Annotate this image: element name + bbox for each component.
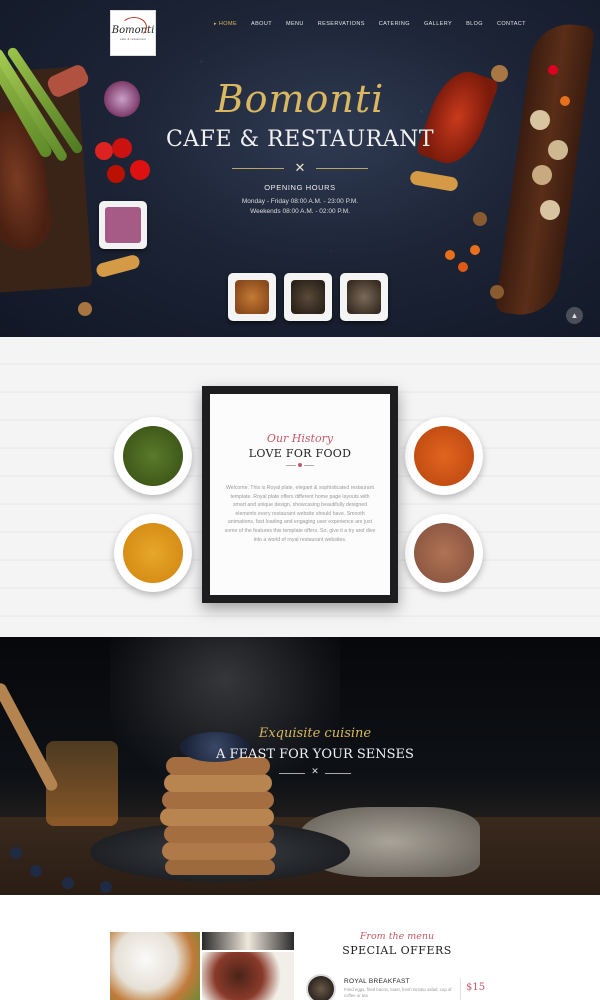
- paprika-bowl: [405, 417, 483, 495]
- nav-item-home[interactable]: HOME: [207, 21, 244, 27]
- nav-item-blog[interactable]: BLOG: [459, 21, 490, 27]
- opening-hours-weekday: Monday - Friday 08:00 A.M. - 23:00 P.M.: [241, 198, 359, 205]
- feast-section: Exquisite cuisine A FEAST FOR YOUR SENSE…: [0, 637, 600, 895]
- nav-item-catering[interactable]: CATERING: [372, 21, 417, 27]
- cutlery-icon: ✕: [311, 766, 319, 776]
- feast-divider: ✕: [279, 766, 351, 778]
- pancake-image: [162, 842, 276, 860]
- spice-bowl: [340, 273, 388, 321]
- cinnamon-bowl: [405, 514, 483, 592]
- nav-item-reservations[interactable]: RESERVATIONS: [311, 21, 372, 27]
- blueberry-image: [10, 847, 22, 859]
- main-nav: HOME ABOUT MENU RESERVATIONS CATERING GA…: [207, 21, 533, 27]
- blueberry-image: [100, 881, 112, 893]
- berry-image: [548, 65, 558, 75]
- nut-image: [490, 285, 504, 299]
- about-frame: Our History LOVE FOR FOOD Welcome. This …: [202, 386, 398, 603]
- offer-description: Fried eggs, fried bacon, toast, fresh to…: [344, 987, 452, 998]
- about-title: LOVE FOR FOOD: [248, 447, 352, 460]
- opening-hours-weekend: Weekends 08:00 A.M. - 02:00 P.M.: [250, 208, 350, 215]
- herb-bowl: [114, 417, 192, 495]
- mushroom-image: [94, 253, 142, 279]
- pancake-image: [162, 791, 274, 809]
- background-texture: [200, 60, 203, 63]
- background-texture: [330, 250, 332, 252]
- hero-title: CAFE & RESTAURANT: [165, 127, 435, 152]
- hero-script-title: Bomonti: [215, 77, 385, 121]
- about-text: Welcome. This is Royal plate, elegant & …: [224, 485, 376, 543]
- feast-title: A FEAST FOR YOUR SENSES: [216, 747, 414, 762]
- offer-thumbnail[interactable]: [306, 974, 336, 1000]
- walnut-image: [532, 165, 552, 185]
- logo-arc-icon: [121, 17, 147, 37]
- hero-divider: ✕: [232, 160, 368, 176]
- opening-hours-title: OPENING HOURS: [264, 183, 336, 192]
- dessert-photo: [202, 952, 294, 1000]
- nav-item-about[interactable]: ABOUT: [244, 21, 279, 27]
- blueberry-image: [30, 865, 42, 877]
- tomato-image: [130, 160, 150, 180]
- feast-script-title: Exquisite cuisine: [258, 726, 372, 741]
- pancake-image: [160, 808, 274, 826]
- offer-name[interactable]: ROYAL BREAKFAST: [344, 978, 410, 985]
- pancake-image: [165, 859, 275, 875]
- pancake-image: [164, 774, 272, 792]
- berry-image: [445, 250, 455, 260]
- logo-subtext: cafe & restaurant: [119, 37, 147, 41]
- tomato-image: [107, 165, 125, 183]
- about-section: Our History LOVE FOR FOOD Welcome. This …: [0, 337, 600, 637]
- turmeric-bowl: [114, 514, 192, 592]
- brand-logo[interactable]: Bomonti cafe & restaurant: [110, 10, 156, 56]
- offer-separator: [460, 978, 461, 1000]
- nav-item-menu[interactable]: MENU: [279, 21, 311, 27]
- dish-photo: [110, 932, 200, 1000]
- spice-bowl: [284, 273, 332, 321]
- about-script-title: Our History: [266, 432, 334, 445]
- berry-image: [470, 245, 480, 255]
- blueberry-image: [62, 877, 74, 889]
- about-divider: [286, 463, 314, 467]
- about-card: Our History LOVE FOR FOOD Welcome. This …: [210, 394, 390, 595]
- spice-bowl: [228, 273, 276, 321]
- nut-image: [78, 302, 92, 316]
- pancake-image: [164, 825, 274, 843]
- nav-item-gallery[interactable]: GALLERY: [417, 21, 459, 27]
- dish-photo: [202, 932, 294, 950]
- offers-script-title: From the menu: [359, 931, 435, 942]
- hero-section: Bomonti cafe & restaurant HOME ABOUT MEN…: [0, 0, 600, 337]
- cutlery-icon: ✕: [294, 160, 306, 175]
- special-offers-section: From the menu SPECIAL OFFERS ROYAL BREAK…: [0, 895, 600, 1000]
- scroll-up-icon[interactable]: ▲: [566, 307, 583, 324]
- offer-price: $15: [466, 982, 486, 993]
- offers-title: SPECIAL OFFERS: [342, 944, 452, 957]
- nav-item-contact[interactable]: CONTACT: [490, 21, 533, 27]
- berry-image: [458, 262, 468, 272]
